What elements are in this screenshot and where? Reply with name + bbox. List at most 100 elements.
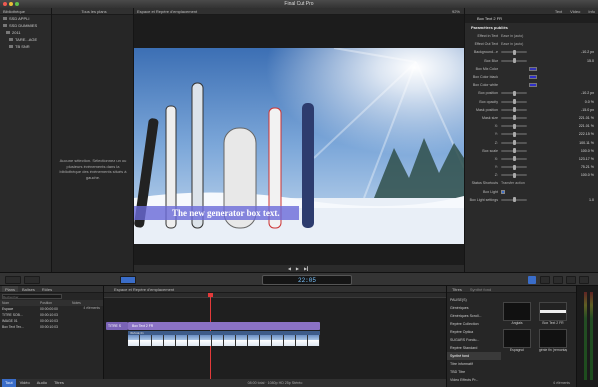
- parameter-slider[interactable]: [501, 123, 527, 129]
- parameter-value[interactable]: -10.2 px: [581, 50, 594, 54]
- parameter-value[interactable]: Ease in (auto): [501, 34, 523, 38]
- parameter-value[interactable]: 1.0: [589, 198, 594, 202]
- playhead-handle[interactable]: [208, 293, 213, 297]
- title-category-item[interactable]: Synthé fond: [447, 352, 501, 360]
- parameter-slider[interactable]: [501, 115, 527, 121]
- library-item[interactable]: SSD APPLI: [0, 15, 51, 22]
- timeline-video-clip[interactable]: [128, 335, 320, 346]
- parameter-value[interactable]: 221.01 %: [579, 116, 594, 120]
- parameter-value[interactable]: 15.0: [587, 59, 594, 63]
- inspector-toggle-button[interactable]: [528, 276, 536, 284]
- index-search-input[interactable]: [2, 294, 62, 299]
- title-template-item[interactable]: génie fin (remontage haut): [539, 329, 567, 352]
- tab-text[interactable]: Text: [552, 8, 565, 14]
- parameter-slider[interactable]: [501, 172, 527, 178]
- transitions-button[interactable]: [553, 276, 563, 284]
- parameter-value[interactable]: 100.0 %: [581, 149, 594, 153]
- tab-video-filter[interactable]: Vidéo: [17, 379, 33, 387]
- parameter-label: Box Color white: [472, 83, 498, 88]
- video-thumbnail: [164, 335, 176, 346]
- color-swatch[interactable]: [529, 75, 537, 80]
- parameter-slider[interactable]: [501, 140, 527, 146]
- video-thumbnail: [284, 335, 296, 346]
- browser-empty-message: Aucune sélection. Sélectionnez un ou plu…: [59, 158, 127, 180]
- library-item[interactable]: 2011: [0, 29, 51, 36]
- tab-titles[interactable]: Titres: [449, 286, 465, 292]
- tab-titles-filter[interactable]: Titres: [51, 379, 67, 387]
- title-category-item[interactable]: Titre informatif: [447, 360, 501, 368]
- parameter-row: Box Light: [465, 188, 598, 196]
- parameter-value[interactable]: 100.0 %: [581, 173, 594, 177]
- import-button[interactable]: [5, 276, 21, 284]
- parameter-row: Box Color black: [465, 73, 598, 81]
- video-thumbnail: [176, 335, 188, 346]
- parameter-slider[interactable]: [501, 58, 527, 64]
- library-item[interactable]: SSD DUMMIES: [0, 22, 51, 29]
- parameter-slider[interactable]: [501, 164, 527, 170]
- parameter-value[interactable]: 123.17 %: [579, 157, 594, 161]
- tab-plans[interactable]: Plans: [2, 286, 19, 292]
- parameter-checkbox[interactable]: [501, 189, 505, 194]
- parameter-value[interactable]: 221.01 %: [579, 124, 594, 128]
- title-category-item[interactable]: TBD Titre: [447, 368, 501, 376]
- tab-video[interactable]: Video: [567, 8, 583, 14]
- title-category-item[interactable]: Repère Collection: [447, 320, 501, 328]
- play-icon[interactable]: ▶: [296, 266, 299, 271]
- timeline-title-clip-left[interactable]: TITRE S: [106, 322, 128, 330]
- titles-button[interactable]: [566, 276, 576, 284]
- parameter-slider[interactable]: [501, 90, 527, 96]
- title-category-item[interactable]: Repère Standard: [447, 344, 501, 352]
- parameter-value[interactable]: 0.0 %: [585, 100, 594, 104]
- folder-icon: [3, 17, 7, 20]
- tab-synthe-fond[interactable]: Synthé fond: [467, 286, 494, 292]
- tab-roles[interactable]: Rôles: [39, 286, 55, 292]
- parameter-value[interactable]: 75.21 %: [581, 165, 594, 169]
- parameter-value[interactable]: Transfer action: [501, 181, 525, 185]
- parameter-slider[interactable]: [501, 99, 527, 105]
- parameter-slider[interactable]: [501, 131, 527, 137]
- video-thumbnail: [212, 335, 224, 346]
- parameter-value[interactable]: -10.2 px: [581, 91, 594, 95]
- parameter-slider[interactable]: [501, 148, 527, 154]
- title-category-item[interactable]: Génériques Scroll...: [447, 312, 501, 320]
- timecode-display[interactable]: 22:05: [262, 275, 352, 285]
- generators-button[interactable]: [579, 276, 589, 284]
- title-category-item[interactable]: Repère Optica: [447, 328, 501, 336]
- title-template-item[interactable]: Espagnol: [503, 329, 531, 352]
- effects-button[interactable]: [540, 276, 550, 284]
- parameter-slider[interactable]: [501, 49, 527, 55]
- parameter-value[interactable]: Ease in (auto): [501, 42, 523, 46]
- parameter-value[interactable]: -15.0 px: [581, 108, 594, 112]
- library-item[interactable]: TB SNR: [0, 43, 51, 50]
- select-tool-button[interactable]: [120, 276, 136, 284]
- color-swatch[interactable]: [529, 83, 537, 88]
- tab-info[interactable]: Info: [585, 8, 598, 14]
- title-category-item[interactable]: SUGARS Fondu...: [447, 336, 501, 344]
- viewer-zoom[interactable]: 92%: [452, 8, 460, 14]
- parameter-value[interactable]: 100.11 %: [579, 141, 594, 145]
- minimize-window-button[interactable]: [9, 2, 13, 6]
- title-category-item[interactable]: PAUSE(S): [447, 296, 501, 304]
- next-frame-icon[interactable]: ▶▎: [304, 266, 310, 271]
- title-category-item[interactable]: Génériques: [447, 304, 501, 312]
- parameter-value[interactable]: 222.15 %: [579, 132, 594, 136]
- close-window-button[interactable]: [3, 2, 7, 6]
- parameter-slider[interactable]: [501, 197, 527, 203]
- library-toggle-button[interactable]: [24, 276, 40, 284]
- parameter-slider[interactable]: [501, 107, 527, 113]
- timeline-title-clip[interactable]: Box Text 2 FR: [128, 322, 320, 330]
- title-category-item[interactable]: Video Effects Pr...: [447, 376, 501, 384]
- parameter-label: Box Light settings: [469, 197, 498, 202]
- title-template-item[interactable]: Anglais: [503, 302, 531, 325]
- tab-all[interactable]: Tout: [2, 379, 16, 387]
- color-swatch[interactable]: [529, 66, 537, 71]
- zoom-window-button[interactable]: [15, 2, 19, 6]
- previous-frame-icon[interactable]: ◀: [288, 266, 291, 271]
- index-row[interactable]: Box Text Tex... 00:00:10:03: [0, 324, 103, 330]
- title-template-item[interactable]: Box Text 2 FR: [539, 302, 567, 325]
- library-item[interactable]: TARE...AGE: [0, 36, 51, 43]
- timeline-ruler[interactable]: [104, 293, 446, 298]
- tab-audio-filter[interactable]: Audio: [34, 379, 50, 387]
- parameter-slider[interactable]: [501, 156, 527, 162]
- tab-balises[interactable]: Balises: [19, 286, 38, 292]
